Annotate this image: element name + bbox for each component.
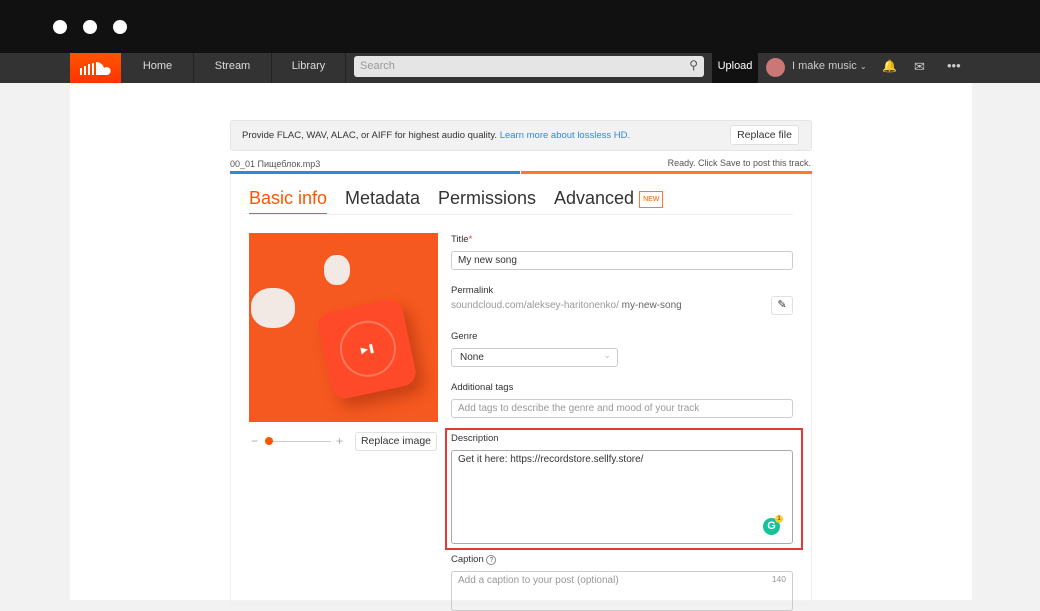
zoom-in-icon[interactable]: + — [336, 434, 343, 448]
mail-icon[interactable]: ✉ — [914, 59, 925, 75]
title-input[interactable]: My new song — [451, 251, 793, 270]
tab-permissions[interactable]: Permissions — [438, 188, 536, 209]
permalink-value: soundcloud.com/aleksey-haritonenko/ my-n… — [451, 300, 682, 311]
window-maximize-dot[interactable] — [113, 20, 127, 34]
file-name: 00_01 Пищеблок.mp3 — [230, 159, 321, 169]
edit-permalink-button[interactable]: ✎ — [771, 296, 793, 315]
pencil-icon: ✎ — [777, 299, 787, 311]
nav-stream[interactable]: Stream — [194, 53, 272, 83]
chevron-down-icon: ⌄ — [603, 350, 611, 360]
lossless-banner: Provide FLAC, WAV, ALAC, or AIFF for hig… — [230, 120, 812, 151]
replace-file-button[interactable]: Replace file — [730, 125, 799, 145]
tabs-divider — [249, 214, 793, 215]
more-icon[interactable]: ••• — [947, 58, 961, 73]
chevron-down-icon: ⌄ — [859, 62, 867, 71]
caption-input[interactable]: Add a caption to your post (optional) 140 — [451, 571, 793, 611]
cover-artwork: ▶❚ — [249, 233, 438, 422]
zoom-out-icon[interactable]: − — [251, 434, 258, 448]
grammarly-count-badge: 1 — [775, 515, 783, 523]
tab-advanced[interactable]: Advanced NEW — [554, 188, 664, 209]
caption-label: Caption ? — [451, 554, 497, 565]
title-label: Title* — [451, 234, 473, 245]
window-minimize-dot[interactable] — [83, 20, 97, 34]
genre-select[interactable]: None ⌄ — [451, 348, 618, 367]
zoom-slider-handle[interactable] — [265, 437, 273, 445]
permalink-label: Permalink — [451, 285, 494, 296]
tags-input[interactable]: Add tags to describe the genre and mood … — [451, 399, 793, 418]
tags-label: Additional tags — [451, 382, 514, 393]
user-menu[interactable]: I make music ⌄ — [792, 60, 867, 72]
search-icon[interactable]: ⚲ — [689, 58, 698, 72]
tab-metadata[interactable]: Metadata — [345, 188, 420, 209]
upload-status: Ready. Click Save to post this track. — [667, 158, 811, 168]
lossless-link[interactable]: Learn more about lossless HD. — [500, 130, 630, 141]
caption-char-limit: 140 — [771, 574, 786, 584]
description-label: Description — [451, 433, 499, 444]
nav-home[interactable]: Home — [122, 53, 194, 83]
help-icon[interactable]: ? — [486, 555, 497, 565]
description-textarea[interactable]: Get it here: https://recordstore.sellfy.… — [451, 450, 793, 544]
top-nav: Home Stream Library Search ⚲ Upload I ma… — [0, 53, 1040, 83]
replace-image-button[interactable]: Replace image — [355, 432, 437, 451]
soundcloud-logo[interactable] — [70, 53, 121, 83]
bell-icon[interactable]: 🔔 — [882, 59, 897, 73]
tab-basic-info[interactable]: Basic info — [249, 188, 328, 215]
nav-library[interactable]: Library — [272, 53, 346, 83]
upload-button[interactable]: Upload — [712, 53, 758, 83]
window-chrome — [0, 0, 1040, 53]
zoom-slider[interactable] — [266, 441, 331, 442]
search-placeholder: Search — [360, 60, 395, 72]
user-name: I make music — [792, 60, 857, 72]
banner-text: Provide FLAC, WAV, ALAC, or AIFF for hig… — [242, 130, 498, 141]
new-badge: NEW — [639, 191, 664, 208]
search-input[interactable]: Search ⚲ — [354, 56, 704, 77]
window-close-dot[interactable] — [53, 20, 67, 34]
genre-label: Genre — [451, 331, 478, 342]
avatar[interactable] — [766, 58, 785, 77]
